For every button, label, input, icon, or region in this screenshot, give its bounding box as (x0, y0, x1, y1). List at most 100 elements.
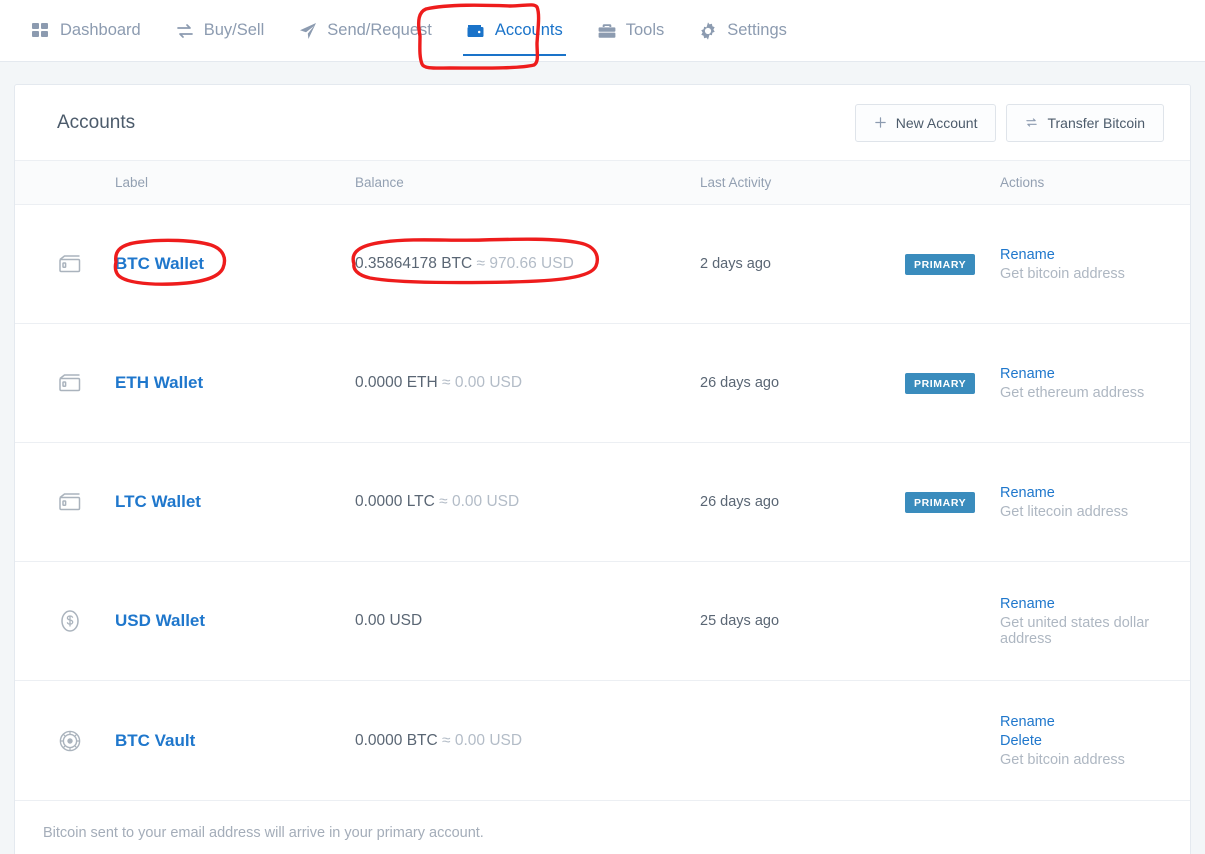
account-label-cell: BTC Vault (115, 731, 355, 751)
action-links: Rename Get bitcoin address (1000, 247, 1190, 282)
header-button-group: New Account Transfer Bitcoin (854, 103, 1164, 142)
account-name-link[interactable]: BTC Wallet (115, 254, 204, 273)
briefcase-icon (597, 21, 617, 41)
account-name-link[interactable]: USD Wallet (115, 611, 205, 630)
new-account-button[interactable]: New Account (854, 103, 997, 142)
primary-badge-cell: PRIMARY (905, 372, 1000, 394)
wallet-icon (57, 370, 83, 396)
action-rename[interactable]: Rename (1000, 596, 1190, 612)
nav-item-dashboard[interactable]: Dashboard (14, 0, 158, 62)
action-rename[interactable]: Rename (1000, 366, 1190, 382)
card-header: Accounts New Account Transfer Bitcoin (15, 85, 1190, 161)
nav-label-tools: Tools (625, 21, 665, 39)
exchange-icon (175, 21, 195, 41)
paper-plane-icon (298, 21, 318, 41)
last-activity-cell: 26 days ago (700, 494, 780, 510)
transfer-bitcoin-button[interactable]: Transfer Bitcoin (1006, 103, 1164, 142)
balance-crypto: 0.0000 BTC (355, 731, 438, 749)
nav-item-send-request[interactable]: Send/Request (281, 0, 449, 62)
account-type-icon-cell (15, 608, 115, 634)
action-rename[interactable]: Rename (1000, 714, 1190, 730)
account-name-link[interactable]: BTC Vault (115, 731, 195, 750)
account-label-cell: ETH Wallet (115, 373, 355, 393)
nav-label-buy-sell: Buy/Sell (203, 21, 265, 39)
account-type-icon-cell (15, 370, 115, 396)
last-activity-cell: 26 days ago (700, 375, 780, 391)
last-activity-cell: 2 days ago (700, 256, 771, 272)
actions-cell: Rename Get bitcoin address (1000, 247, 1190, 282)
account-balance-cell: 0.35864178 BTC ≈ 970.66 USD (355, 255, 700, 273)
table-row: USD Wallet 0.00 USD 25 days ago Rename Get u… (15, 562, 1190, 681)
dollar-circle-icon (57, 608, 83, 634)
main-navigation: Dashboard Buy/Sell Send/Request Accounts (0, 0, 1205, 62)
actions-cell: Rename Get litecoin address (1000, 485, 1190, 520)
account-type-icon-cell (15, 251, 115, 277)
balance-fiat: 0.00 USD (452, 493, 520, 510)
account-type-icon-cell (15, 489, 115, 515)
account-name-link[interactable]: LTC Wallet (115, 492, 201, 511)
nav-label-accounts: Accounts (494, 21, 563, 39)
last-activity-cell: 25 days ago (700, 613, 780, 629)
approx-symbol: ≈ (439, 493, 448, 510)
primary-badge-cell: PRIMARY (905, 253, 1000, 275)
nav-label-send-request: Send/Request (327, 21, 432, 39)
nav-item-buy-sell[interactable]: Buy/Sell (158, 0, 282, 62)
action-rename[interactable]: Rename (1000, 247, 1190, 263)
active-tab-underline (462, 53, 566, 56)
status-badge: PRIMARY (905, 372, 976, 394)
balance-fiat: 0.00 USD (454, 374, 523, 391)
wallet-icon (466, 21, 486, 41)
column-header-label: Label (115, 175, 149, 190)
vault-icon (57, 728, 83, 754)
status-badge: PRIMARY (905, 253, 976, 275)
column-header-last-activity: Last Activity (700, 175, 772, 190)
nav-item-accounts[interactable]: Accounts (449, 0, 580, 62)
account-balance-cell: 0.0000 LTC ≈ 0.00 USD (355, 493, 700, 511)
account-name-link[interactable]: ETH Wallet (115, 373, 203, 392)
action-links: Rename Get litecoin address (1000, 485, 1190, 520)
page-title: Accounts (57, 111, 136, 133)
nav-label-settings: Settings (727, 21, 787, 39)
account-label-cell: BTC Wallet (115, 254, 355, 274)
wallet-icon (57, 251, 83, 277)
action-get-bitcoin-address: Get bitcoin address (1000, 751, 1125, 768)
action-get-litecoin-address: Get litecoin address (1000, 503, 1129, 520)
balance-crypto: 0.0000 ETH (355, 374, 438, 391)
action-get-united-states-dollar-address: Get united states dollar address (1000, 614, 1150, 647)
approx-symbol: ≈ (476, 255, 486, 272)
status-badge: PRIMARY (905, 491, 976, 513)
accounts-table-body: BTC Wallet 0.35864178 BTC ≈ 970.66 USD 2 d… (15, 205, 1190, 800)
nav-item-settings[interactable]: Settings (681, 0, 804, 62)
actions-cell: Rename Get united states dollar address (1000, 596, 1190, 647)
action-delete[interactable]: Delete (1000, 733, 1190, 749)
action-links: Rename Get ethereum address (1000, 366, 1190, 401)
account-balance-cell: 0.0000 BTC ≈ 0.00 USD (355, 732, 700, 750)
account-balance-cell: 0.0000 ETH ≈ 0.00 USD (355, 374, 700, 392)
accounts-card: Accounts New Account Transfer Bitcoin La… (14, 84, 1191, 854)
grid-icon (31, 21, 51, 41)
table-row: BTC Vault 0.0000 BTC ≈ 0.00 USD Rename Dele… (15, 681, 1190, 800)
action-rename[interactable]: Rename (1000, 485, 1190, 501)
wallet-icon (57, 489, 83, 515)
action-get-ethereum-address: Get ethereum address (1000, 384, 1145, 401)
balance-crypto: 0.00 USD (355, 612, 423, 629)
action-get-bitcoin-address: Get bitcoin address (1000, 265, 1125, 282)
plus-icon (874, 116, 887, 129)
table-row: ETH Wallet 0.0000 ETH ≈ 0.00 USD 26 days a… (15, 324, 1190, 443)
account-balance-cell: 0.00 USD (355, 612, 700, 630)
approx-symbol: ≈ (442, 731, 451, 749)
transfer-icon (1025, 116, 1038, 129)
balance-fiat: 0.00 USD (454, 731, 523, 749)
account-label-cell: LTC Wallet (115, 492, 355, 512)
nav-item-tools[interactable]: Tools (580, 0, 682, 62)
column-header-actions: Actions (1000, 175, 1045, 190)
balance-crypto: 0.0000 LTC (355, 493, 435, 510)
gear-icon (698, 21, 718, 41)
account-label-cell: USD Wallet (115, 611, 355, 631)
column-header-balance: Balance (355, 175, 404, 190)
transfer-bitcoin-label: Transfer Bitcoin (1047, 114, 1145, 131)
footer-note: Bitcoin sent to your email address will … (15, 800, 1190, 854)
account-type-icon-cell (15, 728, 115, 754)
balance-fiat: 970.66 USD (489, 255, 574, 272)
nav-label-dashboard: Dashboard (60, 21, 141, 39)
